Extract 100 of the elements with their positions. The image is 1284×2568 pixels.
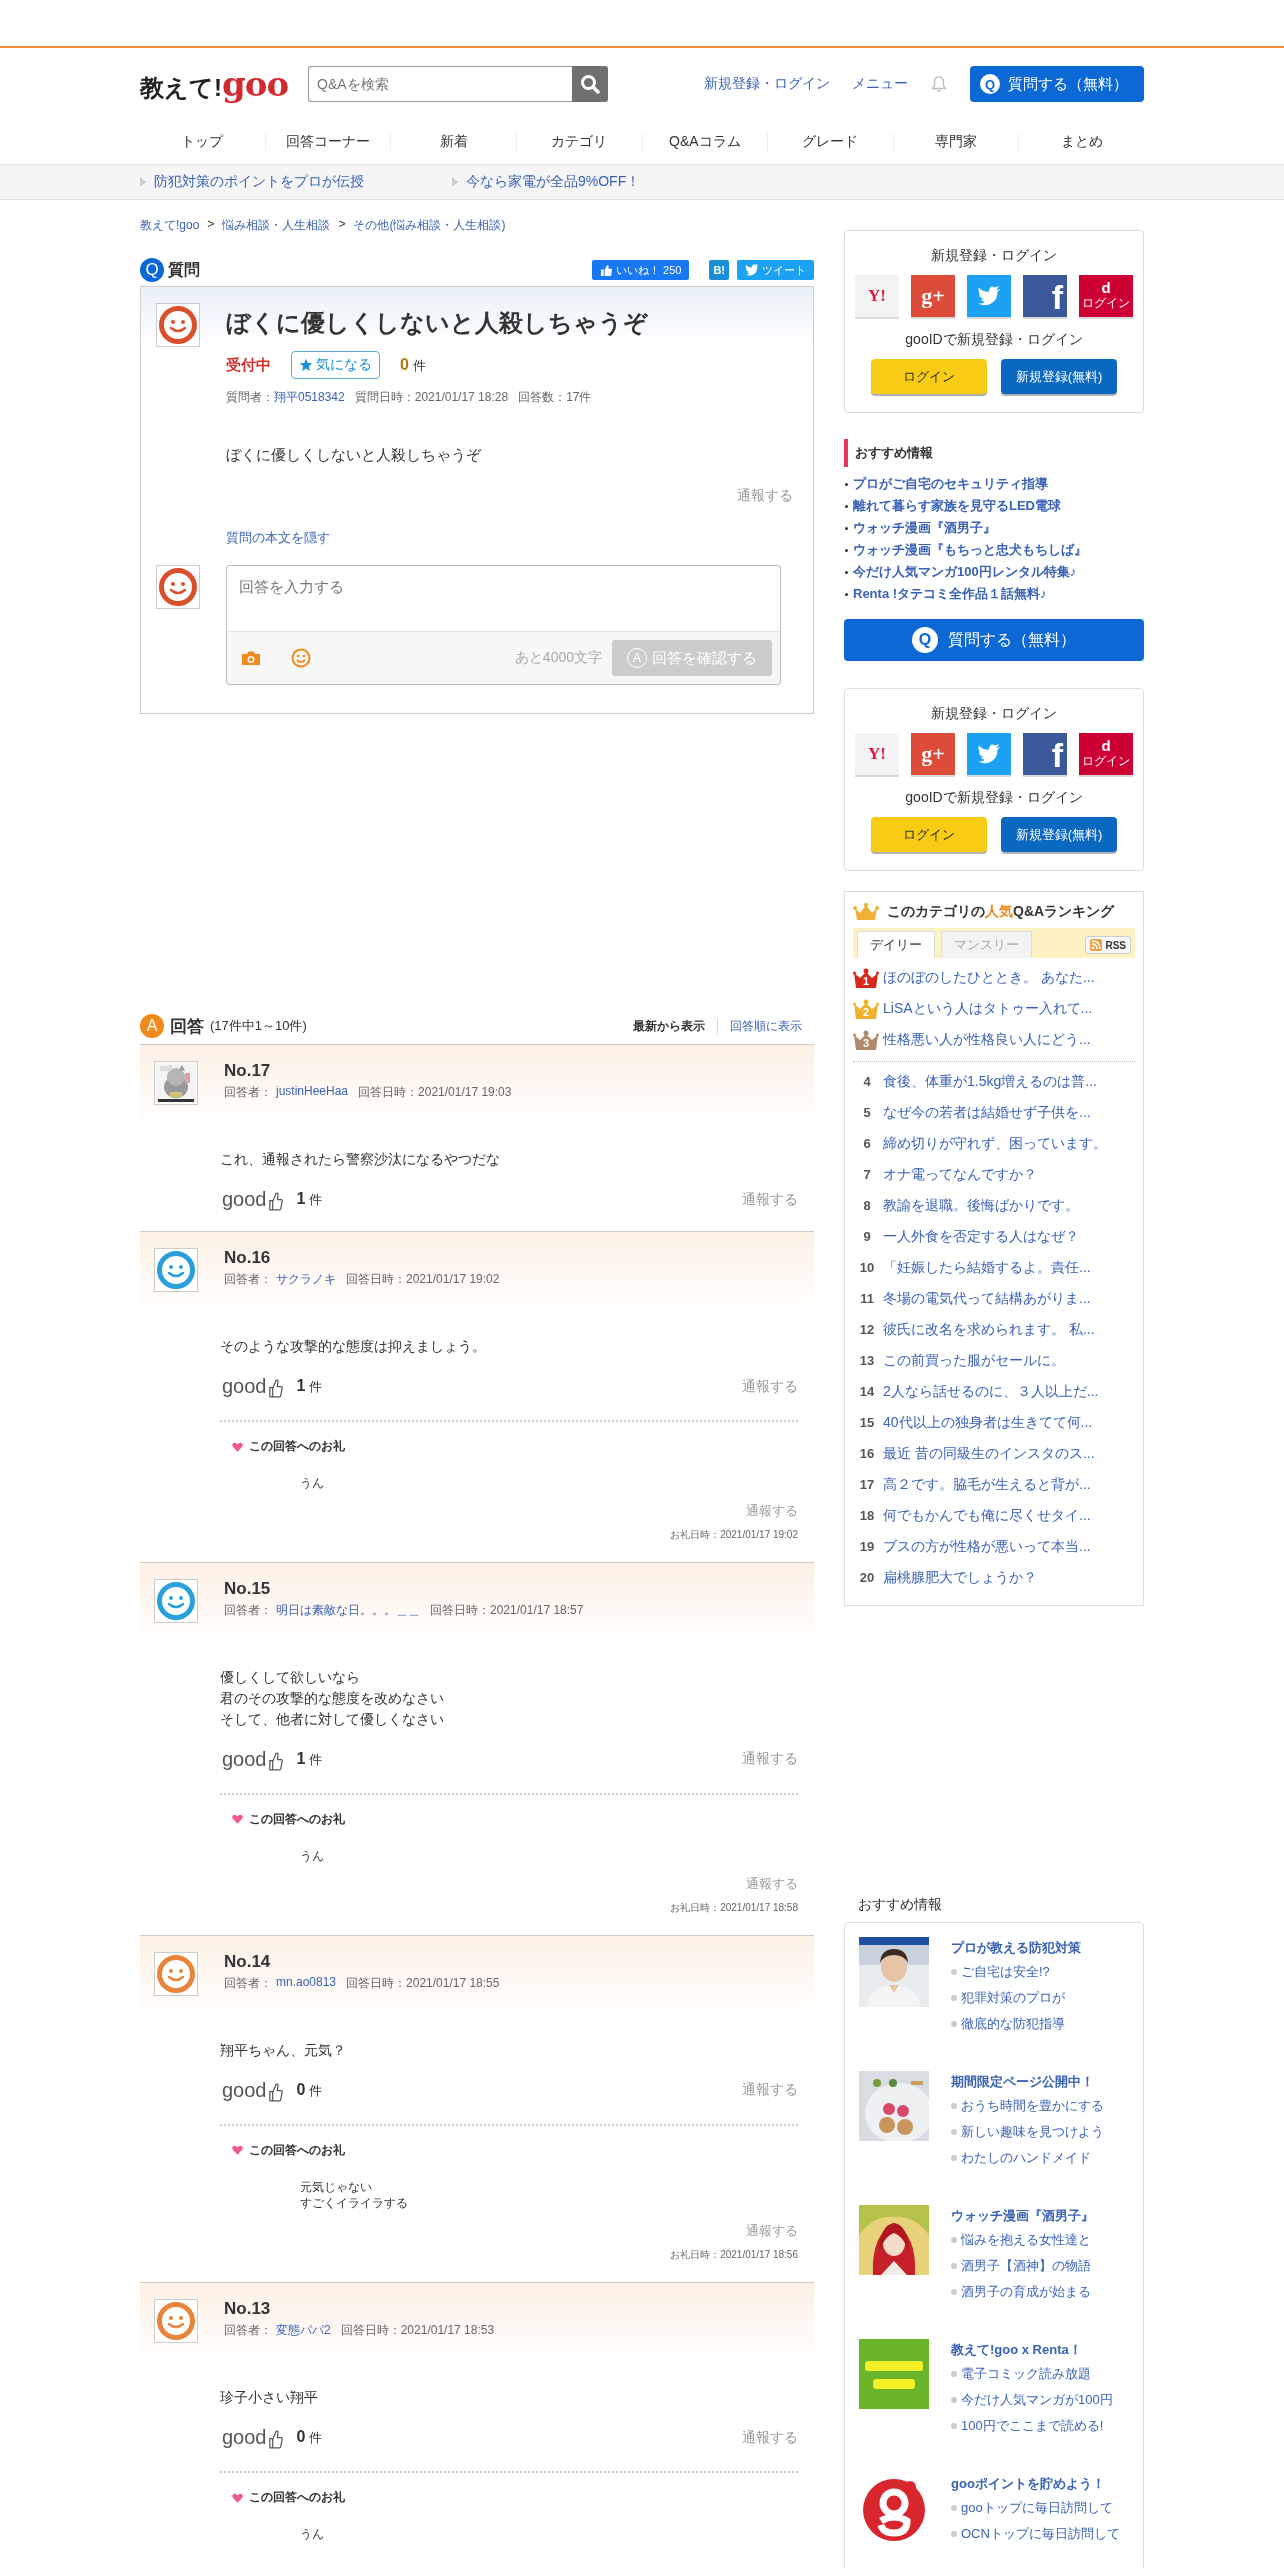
google-login-button[interactable]: g+ xyxy=(911,733,955,775)
register-button[interactable]: 新規登録(無料) xyxy=(1001,817,1117,852)
search-button[interactable] xyxy=(572,66,608,102)
ranking-link[interactable]: 一人外食を否定する人はなぜ？ xyxy=(883,1227,1079,1246)
feature-link[interactable]: 悩みを抱える女性達と xyxy=(961,2227,1091,2253)
register-button[interactable]: 新規登録(無料) xyxy=(1001,359,1117,394)
recommend-link[interactable]: Renta !タテコミ全作品１話無料♪ xyxy=(853,583,1047,605)
twitter-login-button[interactable] xyxy=(967,733,1011,775)
login-button[interactable]: ログイン xyxy=(871,817,987,852)
rss-button[interactable]: RSS xyxy=(1085,936,1131,954)
ranking-link[interactable]: 「妊娠したら結婚するよ。責任... xyxy=(883,1258,1091,1277)
ranking-link[interactable]: 40代以上の独身者は生きてて何... xyxy=(883,1413,1093,1432)
ranking-link[interactable]: 冬場の電気代って結構あがりま... xyxy=(883,1289,1091,1308)
ranking-link[interactable]: ほのぼのしたひととき。 あなた... xyxy=(883,968,1095,987)
feature-link[interactable]: 100円でここまで読める! xyxy=(961,2413,1104,2439)
feature-title-link[interactable]: 教えて!goo x Renta！ xyxy=(951,2339,1113,2361)
ranking-link[interactable]: 締め切りが守れず、困っています。 xyxy=(883,1134,1107,1153)
feature-link[interactable]: 酒男子【酒神】の物語 xyxy=(961,2253,1091,2279)
ranking-link[interactable]: 高２です。脇毛が生えると背が... xyxy=(883,1475,1091,1494)
site-logo[interactable]: 教えて!goo xyxy=(140,64,308,104)
feature-title-link[interactable]: 期間限定ページ公開中！ xyxy=(951,2071,1104,2093)
yahoo-login-button[interactable]: Y! xyxy=(855,733,899,775)
feature-link[interactable]: 新しい趣味を見つけよう xyxy=(961,2119,1104,2145)
breadcrumb-link[interactable]: 悩み相談・人生相談 xyxy=(222,217,331,234)
promo-link[interactable]: 今なら家電が全品9%OFF！ xyxy=(466,173,641,191)
recommend-link[interactable]: プロがご自宅のセキュリティ指導 xyxy=(853,473,1048,495)
ranking-link[interactable]: ブスの方が性格が悪いって本当... xyxy=(883,1537,1091,1556)
nav-item[interactable]: Q&Aコラム xyxy=(641,133,768,151)
good-button[interactable]: good xyxy=(220,2078,285,2102)
facebook-login-button[interactable]: f xyxy=(1023,275,1067,317)
ranking-link[interactable]: 何でもかんでも俺に尽くせタイ... xyxy=(883,1506,1091,1525)
ranking-link[interactable]: この前買った服がセールに。 xyxy=(883,1351,1065,1370)
recommend-link[interactable]: 離れて暮らす家族を見守るLED電球 xyxy=(853,495,1061,517)
good-button[interactable]: good xyxy=(220,1188,285,1211)
ranking-link[interactable]: 彼氏に改名を求められます。 私... xyxy=(883,1320,1095,1339)
ranking-link[interactable]: 教諭を退職。後悔ばかりです。 xyxy=(883,1196,1079,1215)
breadcrumb-link[interactable]: その他(悩み相談・人生相談) xyxy=(353,217,506,234)
nav-item[interactable]: トップ xyxy=(140,133,265,151)
header-link[interactable]: メニュー xyxy=(852,75,908,93)
good-button[interactable]: good xyxy=(220,1375,285,1398)
feature-link[interactable]: わたしのハンドメイド xyxy=(961,2145,1091,2171)
nav-item[interactable]: グレード xyxy=(767,133,893,151)
feature-title-link[interactable]: ウォッチ漫画『酒男子』 xyxy=(951,2205,1094,2227)
good-button[interactable]: good xyxy=(220,2426,285,2450)
feature-link[interactable]: 電子コミック読み放題 xyxy=(961,2361,1091,2387)
feature-title-link[interactable]: gooポイントを貯めよう！ xyxy=(951,2473,1120,2495)
feature-link[interactable]: 今だけ人気マンガが100円 xyxy=(961,2387,1113,2413)
ranking-tab[interactable]: デイリー xyxy=(857,931,935,958)
good-button[interactable]: good xyxy=(220,1747,285,1771)
ranking-link[interactable]: 性格悪い人が性格良い人にどう... xyxy=(883,1030,1091,1049)
answerer-link[interactable]: mn.ao0813 xyxy=(276,1974,337,1992)
answer-text: 珍子小さい翔平 xyxy=(220,2388,318,2408)
nav-item[interactable]: 専門家 xyxy=(892,133,1019,151)
answerer-link[interactable]: サクラノキ xyxy=(276,1271,336,1288)
ask-question-button[interactable]: Q 質問する（無料） xyxy=(844,619,1144,661)
sort-option[interactable]: 最新から表示 xyxy=(621,1017,718,1035)
nav-item[interactable]: まとめ xyxy=(1018,133,1144,151)
feature-link[interactable]: OCNトップに毎日訪問して xyxy=(961,2521,1120,2547)
yahoo-login-button[interactable]: Y! xyxy=(855,275,899,317)
facebook-login-button[interactable]: f xyxy=(1023,733,1067,775)
sort-option[interactable]: 回答順に表示 xyxy=(718,1017,814,1035)
recommend-link[interactable]: 今だけ人気マンガ100円レンタル特集♪ xyxy=(853,561,1077,583)
feature-link[interactable]: 酒男子の育成が始まる xyxy=(961,2279,1091,2305)
hide-question-link[interactable]: 質問の本文を隠す xyxy=(226,529,330,547)
ranking-link[interactable]: オナ電ってなんですか？ xyxy=(883,1165,1037,1184)
breadcrumb-link[interactable]: 教えて!goo xyxy=(140,217,200,234)
watch-button[interactable]: 気になる xyxy=(291,351,380,379)
asker-link[interactable]: 翔平0518342 xyxy=(274,389,345,406)
feature-title-link[interactable]: プロが教える防犯対策 xyxy=(951,1937,1081,1959)
ask-question-button[interactable]: Q 質問する（無料） xyxy=(970,66,1144,102)
docomo-login-button[interactable]: d ログイン xyxy=(1079,733,1133,775)
ranking-link[interactable]: なぜ今の若者は結婚せず子供を... xyxy=(883,1103,1091,1122)
bookmark-button[interactable]: B! xyxy=(709,260,729,280)
docomo-login-button[interactable]: d ログイン xyxy=(1079,275,1133,317)
header-link[interactable]: 新規登録・ログイン xyxy=(704,75,830,93)
answer-field[interactable]: 回答を入力する xyxy=(226,565,781,632)
feature-link[interactable]: gooトップに毎日訪問して xyxy=(961,2495,1113,2521)
ranking-link[interactable]: 食後、体重が1.5kg増えるのは普... xyxy=(883,1072,1097,1091)
ranking-link[interactable]: 2人なら話せるのに、３人以上だ... xyxy=(883,1382,1099,1401)
feature-link[interactable]: 犯罪対策のプロが xyxy=(961,1985,1065,2011)
recommend-link[interactable]: ウォッチ漫画『酒男子』 xyxy=(853,517,996,539)
like-button[interactable]: いいね！ 250 xyxy=(591,260,690,280)
answerer-link[interactable]: 変態パパ2 xyxy=(276,2322,331,2340)
twitter-login-button[interactable] xyxy=(967,275,1011,317)
feature-link[interactable]: 徹底的な防犯指導 xyxy=(961,2011,1065,2037)
nav-item[interactable]: 新着 xyxy=(390,133,516,151)
nav-item[interactable]: カテゴリ xyxy=(515,133,642,151)
ranking-link[interactable]: 最近 昔の同級生のインスタのス... xyxy=(883,1444,1095,1463)
ranking-link[interactable]: LiSAという人はタトゥー入れて... xyxy=(883,999,1093,1018)
search-field[interactable]: Q&Aを検索 xyxy=(308,66,572,102)
recommend-link[interactable]: ウォッチ漫画『もちっと忠犬もちしば』 xyxy=(853,539,1087,561)
promo-link[interactable]: 防犯対策のポイントをプロが伝授 xyxy=(154,173,364,191)
feature-link[interactable]: おうち時間を豊かにする xyxy=(961,2093,1104,2119)
google-login-button[interactable]: g+ xyxy=(911,275,955,317)
answerer-link[interactable]: justinHeeHaa xyxy=(276,1084,349,1101)
feature-link[interactable]: ご自宅は安全!? xyxy=(961,1959,1050,1985)
ranking-link[interactable]: 扁桃腺肥大でしょうか？ xyxy=(883,1568,1037,1587)
login-button[interactable]: ログイン xyxy=(871,359,987,394)
nav-item[interactable]: 回答コーナー xyxy=(264,133,391,151)
answerer-link[interactable]: 明日は素敵な日。。。＿＿ xyxy=(276,1601,420,1619)
